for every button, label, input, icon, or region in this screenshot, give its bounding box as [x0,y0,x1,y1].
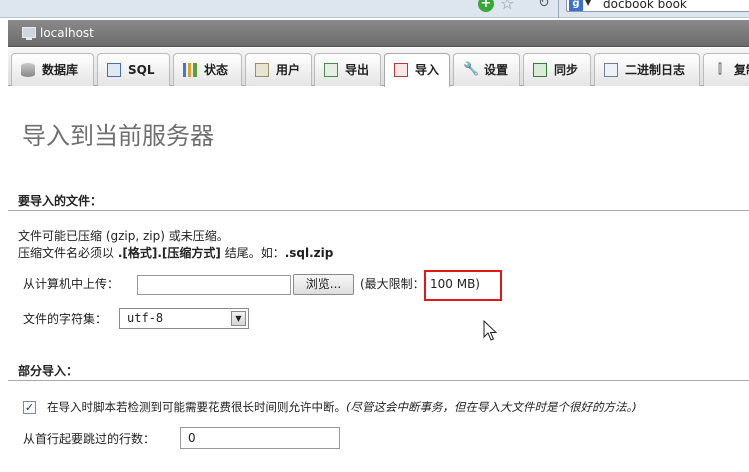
browser-toolbar: + ☆ ↻ g ▼ docbook book [0,0,749,18]
server-breadcrumb-bar: localhost [8,20,749,47]
filename-note-prefix: 压缩文件名必须以 [18,246,118,260]
tab-binary-log[interactable]: 二进制日志 [594,53,700,86]
wrench-icon: 🔧 [463,62,480,77]
compress-note: 文件可能已压缩 (gzip, zip) 或未压缩。 [18,229,229,243]
upload-limit-prefix: (最大限制： [360,277,425,291]
filename-note: 压缩文件名必须以 .[格式].[压缩方式] 结尾。如：.sql.zip [18,246,333,261]
tab-label: 状态 [204,63,229,77]
section-divider [8,380,749,381]
skip-rows-input[interactable]: 0 [180,427,340,449]
sync-icon [533,63,547,77]
charset-value: utf-8 [127,311,164,325]
tab-label: 二进制日志 [625,63,686,77]
tab-label: 同步 [554,63,579,77]
reload-icon[interactable]: ↻ [538,0,550,11]
chevron-down-icon[interactable]: ▼ [231,311,246,326]
log-icon [604,63,618,77]
tab-label: 导出 [345,63,370,77]
tab-label: 数据库 [42,63,79,77]
browser-search-box[interactable]: g ▼ docbook book [566,0,749,12]
tab-users[interactable]: 用户 [245,53,312,86]
search-engine-icon[interactable]: g [569,0,583,11]
replication-icon: ⫿ [717,62,723,77]
limit-highlight-box [424,270,502,301]
tab-settings[interactable]: 🔧 设置 [453,53,520,86]
allow-interrupt-hint: (尽管这会中断事务，但在导入大文件时是个很好的方法。) [346,400,637,414]
tab-label: 导入 [415,63,440,77]
file-path-input[interactable] [137,275,291,295]
tab-replication[interactable]: ⫿ 复制 [703,53,749,86]
mouse-cursor-icon [483,320,497,341]
file-section-title: 要导入的文件： [18,194,103,208]
skip-rows-label: 从首行起要跳过的行数： [23,432,156,446]
users-icon [255,63,269,77]
partial-section-title: 部分导入： [18,364,79,378]
tab-export[interactable]: 导出 [314,53,381,86]
allow-interrupt-text: 在导入时脚本若检测到可能需要花费很长时间则允许中断。 [47,400,346,414]
skip-rows-value: 0 [188,431,196,445]
section-divider [8,210,749,211]
chevron-down-icon[interactable]: ▼ [585,0,591,7]
page-title: 导入到当前服务器 [22,122,214,150]
charset-select[interactable]: utf-8 ▼ [119,308,249,329]
browser-search-text: docbook book [603,0,687,11]
server-icon [22,27,36,40]
tab-status[interactable]: 状态 [173,53,242,86]
add-bookmark-icon[interactable]: + [478,0,494,12]
tab-label: 用户 [276,63,301,77]
status-chart-icon [183,63,197,77]
bookmark-star-icon[interactable]: ☆ [500,0,514,13]
filename-note-middle: 结尾。如： [220,246,285,260]
tab-label: SQL [128,63,155,77]
tab-sql[interactable]: SQL [97,53,170,86]
browse-button[interactable]: 浏览... [293,274,354,295]
tab-label: 设置 [484,63,509,77]
toolbar-divider [558,0,559,18]
import-icon [394,63,408,77]
export-icon [324,63,338,77]
tab-import[interactable]: 导入 [384,53,450,87]
tab-databases[interactable]: 数据库 [11,53,94,86]
filename-example: .sql.zip [284,246,334,260]
charset-label: 文件的字符集： [23,312,108,326]
tab-sync[interactable]: 同步 [523,53,591,86]
server-link[interactable]: localhost [40,26,94,40]
database-icon [21,63,35,77]
main-tabs: 数据库 SQL 状态 用户 导出 导入 🔧 设置 同步 二进制日志 ⫿ 复制 [8,48,749,87]
tab-label: 复制 [734,63,749,77]
sql-icon [107,63,121,77]
allow-interrupt-checkbox[interactable]: ✓ [23,401,36,414]
allow-interrupt-label: 在导入时脚本若检测到可能需要花费很长时间则允许中断。(尽管这会中断事务，但在导入… [47,400,637,415]
filename-format: .[格式].[压缩方式] [117,246,221,260]
upload-label: 从计算机中上传： [23,277,120,291]
